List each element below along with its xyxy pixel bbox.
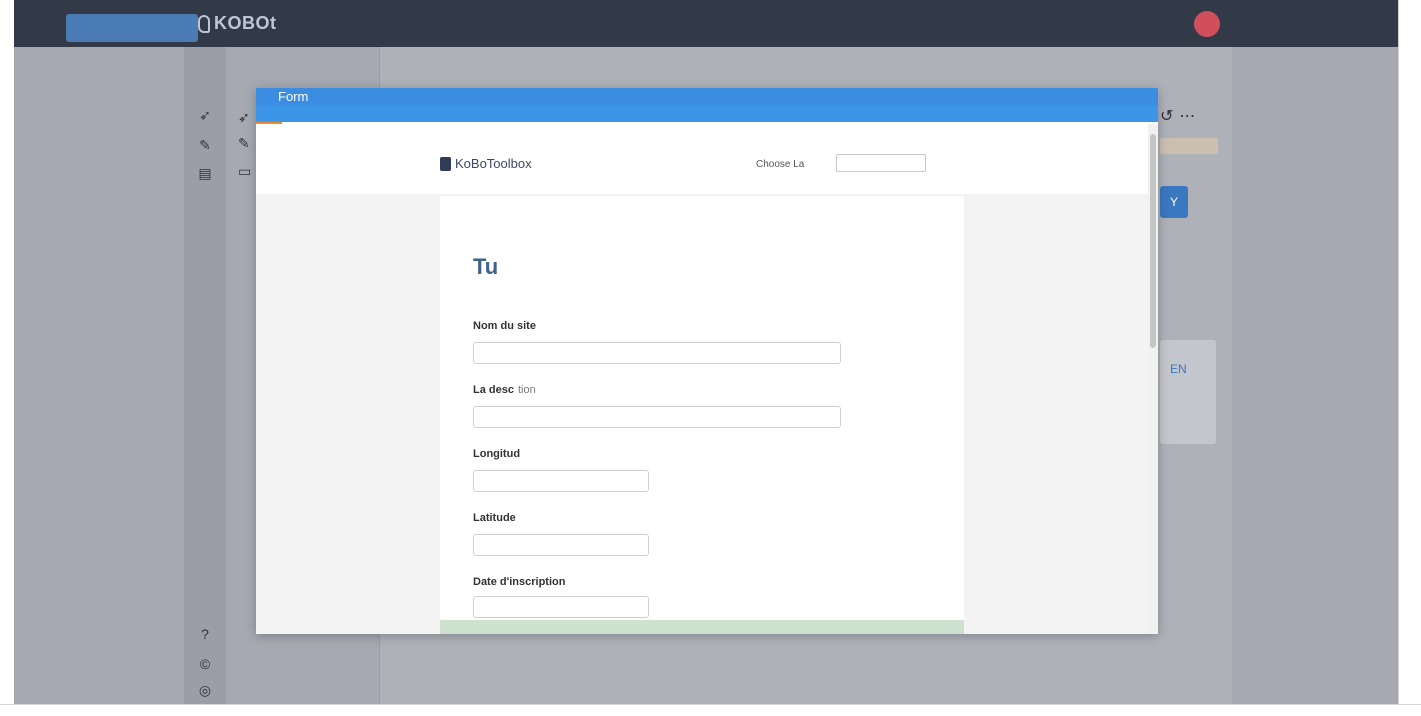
latitude-input[interactable]: [473, 534, 649, 556]
top-navigation-bar: KOBOt: [14, 0, 1398, 47]
modal-header: Form: [256, 88, 1158, 122]
modal-scrollbar-thumb[interactable]: [1150, 134, 1156, 348]
form-paper: Tu Nom du site La desc tion Longitud Lati…: [440, 196, 964, 634]
registration-date-input[interactable]: [473, 596, 649, 618]
left-window-edge: [0, 0, 15, 715]
modal-scrollbar[interactable]: [1148, 124, 1158, 634]
content-action-icons: ↺⋯: [1160, 106, 1201, 126]
form-footer-strip: [440, 620, 964, 634]
question-hint: tion: [517, 384, 536, 396]
question-label-registration-date: Date d'inscription: [473, 576, 565, 588]
language-select[interactable]: [836, 154, 926, 172]
right-pane: [1232, 47, 1398, 704]
question-text: Latitude: [473, 512, 516, 524]
modal-header-band: [256, 106, 1158, 122]
question-text: La desc: [473, 384, 514, 396]
brand-text: KoBoToolbox: [455, 156, 532, 171]
copyright-icon[interactable]: ©: [198, 657, 212, 671]
form-title: Tu: [473, 254, 499, 279]
bottom-window-edge: [0, 704, 1421, 716]
question-text: Nom du site: [473, 320, 536, 332]
right-window-edge: [1398, 0, 1421, 715]
form-preview-modal: Form KoBoToolbox Choose La Tu Nom du sit…: [256, 88, 1158, 634]
language-label: Choose La: [756, 159, 805, 170]
rocket-icon[interactable]: ➶: [197, 107, 213, 123]
question-text: Longitud: [473, 448, 521, 460]
preview-background: [964, 194, 1148, 634]
side-card[interactable]: EN: [1160, 340, 1216, 444]
longitude-input[interactable]: [473, 470, 649, 492]
site-name-input[interactable]: [473, 342, 841, 364]
enketo-preview: KoBoToolbox Choose La Tu Nom du site La …: [256, 124, 1148, 634]
side-action-button[interactable]: Y: [1160, 186, 1188, 218]
help-icon[interactable]: ?: [198, 627, 212, 641]
question-label-latitude: Latitude: [473, 512, 516, 524]
github-icon[interactable]: ◎: [198, 683, 212, 697]
question-label-description: La desc tion: [473, 384, 536, 396]
kobo-logo-icon: [198, 14, 210, 33]
deploy-icon[interactable]: ➶: [238, 109, 250, 126]
draft-icon[interactable]: ✎: [238, 135, 250, 152]
modal-title: Form: [278, 89, 309, 104]
question-label-site-name: Nom du site: [473, 320, 536, 332]
archive-icon[interactable]: ▤: [197, 165, 213, 181]
user-avatar[interactable]: [1194, 11, 1220, 37]
kobo-logo-text: KOBOt: [214, 13, 277, 33]
enketo-header: KoBoToolbox Choose La: [256, 124, 1148, 194]
kobotoolbox-logo-icon: [440, 156, 451, 171]
kobo-logo[interactable]: KOBOt: [198, 13, 277, 34]
new-project-button[interactable]: [66, 14, 198, 42]
left-sidebar: ➶ ✎ ▤: [184, 47, 226, 704]
side-card-text: EN: [1170, 362, 1187, 376]
question-text: Date d'inscription: [473, 576, 566, 588]
question-label-longitude: Longitud: [473, 448, 520, 460]
kobotoolbox-brand: KoBoToolbox: [440, 156, 532, 171]
archived-icon[interactable]: ▭: [238, 163, 251, 180]
description-input[interactable]: [473, 406, 841, 428]
share-icon[interactable]: ↺: [1160, 108, 1179, 125]
edit-icon[interactable]: ✎: [197, 137, 213, 153]
more-icon[interactable]: ⋯: [1179, 108, 1201, 125]
side-status-strip: [1160, 138, 1218, 154]
